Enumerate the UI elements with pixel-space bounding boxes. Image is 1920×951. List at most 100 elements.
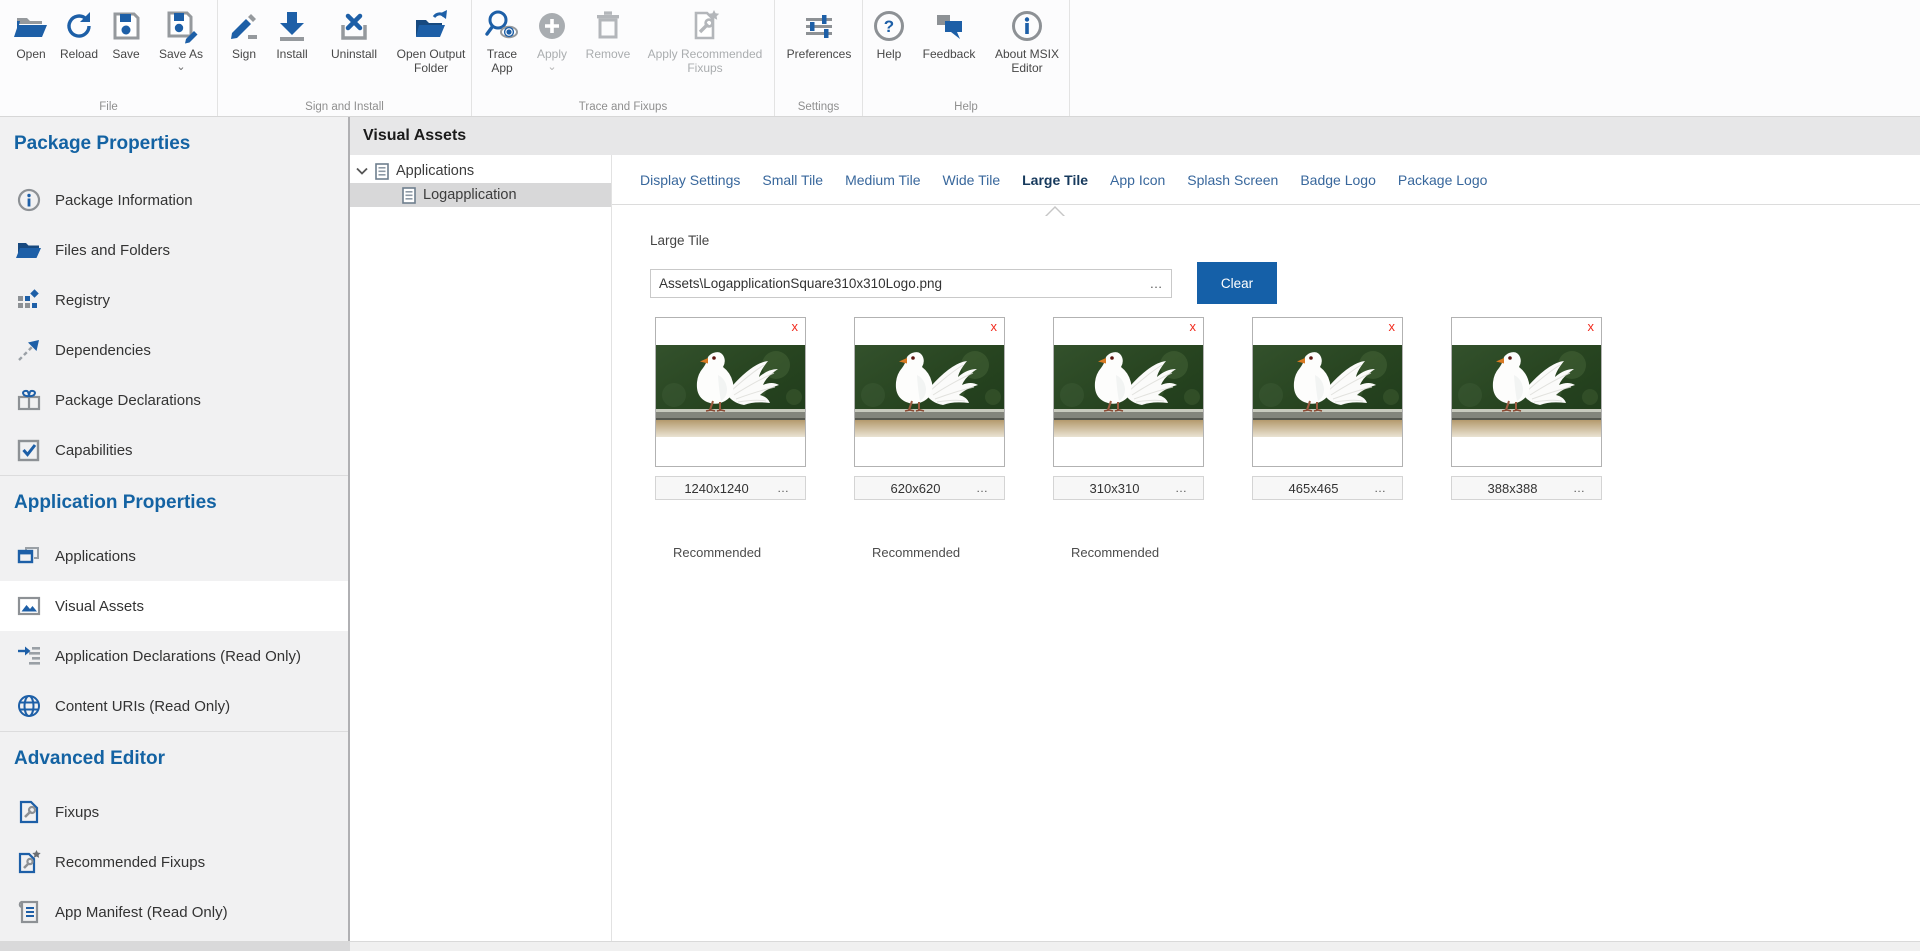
open-button[interactable]: Open [8,8,54,62]
tile-card: x [854,317,1005,467]
tree-item-applications[interactable]: Applications [350,159,611,183]
ribbon-group-file: Open Reload Save Save As ⌄ File [0,0,218,116]
tile-more-button[interactable]: … [777,481,805,495]
tile-size-box: 620x620 … [854,476,1005,500]
reload-icon [61,8,97,44]
large-tile-path-input[interactable] [651,276,1141,291]
tile-size-label: 388x388 [1452,481,1573,496]
sidebar-item-files-and-folders[interactable]: Files and Folders [0,225,348,275]
tab-small-tile[interactable]: Small Tile [762,172,823,188]
tab-wide-tile[interactable]: Wide Tile [943,172,1001,188]
trace-app-button[interactable]: Trace App [476,8,528,75]
sidebar-navigation: Package Properties Package Information F… [0,117,350,941]
button-label: Save [112,48,139,62]
tile-size-label: 465x465 [1253,481,1374,496]
apply-recommended-fixups-button[interactable]: Apply Recommended Fixups [640,8,770,75]
sidebar-item-label: Capabilities [55,442,133,459]
apply-button[interactable]: Apply ⌄ [528,8,576,72]
sidebar-item-application-declarations[interactable]: Application Declarations (Read Only) [0,631,348,681]
sidebar-item-dependencies[interactable]: Dependencies [0,325,348,375]
sidebar-item-app-manifest[interactable]: App Manifest (Read Only) [0,887,348,937]
tree-item-label: Applications [396,163,474,179]
sidebar-item-registry[interactable]: Registry [0,275,348,325]
button-label: Help [877,48,902,62]
tile-more-button[interactable]: … [976,481,1004,495]
sidebar-item-label: Package Information [55,192,193,209]
visual-assets-panel: Display Settings Small Tile Medium Tile … [612,155,1920,941]
sidebar-scrollbar-segment[interactable] [0,942,350,951]
diagonal-arrow-icon [16,337,42,363]
remove-tile-button[interactable]: x [1588,320,1595,334]
open-output-folder-button[interactable]: Open Output Folder [390,8,472,75]
ribbon-group-trace-fixups: Trace App Apply ⌄ Remove Apply Recommend… [472,0,775,116]
tab-badge-logo[interactable]: Badge Logo [1300,172,1376,188]
uninstall-button[interactable]: Uninstall [318,8,390,62]
tile-column: x 1240x1240 … Recommended [655,317,806,560]
document-icon [402,187,416,204]
open-output-folder-icon [413,8,449,44]
picture-icon [16,593,42,619]
sidebar-item-recommended-fixups[interactable]: Recommended Fixups [0,837,348,887]
tile-card: x [1451,317,1602,467]
button-label: Feedback [923,48,976,62]
document-wrench-star-icon [687,8,723,44]
ribbon-group-label: Trace and Fixups [472,101,774,113]
question-circle-icon: ? [871,8,907,44]
save-as-button[interactable]: Save As ⌄ [148,8,214,72]
reload-button[interactable]: Reload [54,8,104,62]
tab-app-icon[interactable]: App Icon [1110,172,1165,188]
tab-large-tile[interactable]: Large Tile [1022,172,1088,188]
help-button[interactable]: ? Help [865,8,913,62]
remove-tile-button[interactable]: x [1389,320,1396,334]
path-input-container: … [650,269,1172,298]
tab-display-settings[interactable]: Display Settings [640,172,740,188]
sidebar-item-label: Registry [55,292,110,309]
horizontal-scrollbar-track[interactable] [0,941,1920,951]
save-button[interactable]: Save [104,8,148,62]
uninstall-icon [336,8,372,44]
remove-tile-button[interactable]: x [792,320,799,334]
tile-column: x 465x465 … [1252,317,1403,560]
clear-button[interactable]: Clear [1197,262,1277,304]
applications-tree-panel: Applications Logapplication [350,155,612,941]
sidebar-item-visual-assets[interactable]: Visual Assets [0,581,348,631]
sign-button[interactable]: Sign [222,8,266,62]
chevron-down-icon[interactable]: ⌄ [176,63,185,72]
sidebar-item-content-uris[interactable]: Content URIs (Read Only) [0,681,348,731]
tile-more-button[interactable]: … [1573,481,1601,495]
preferences-button[interactable]: Preferences [777,8,861,62]
tile-more-button[interactable]: … [1374,481,1402,495]
sidebar-item-package-declarations[interactable]: Package Declarations [0,375,348,425]
chevron-down-icon[interactable] [356,167,372,175]
sidebar-item-package-information[interactable]: Package Information [0,175,348,225]
ribbon-group-help: ? Help Feedback About MSIX Editor Help [863,0,1070,116]
remove-tile-button[interactable]: x [1190,320,1197,334]
sidebar-item-capabilities[interactable]: Capabilities [0,425,348,475]
remove-button[interactable]: Remove [576,8,640,62]
about-msix-editor-button[interactable]: About MSIX Editor [985,8,1069,75]
sliders-icon [801,8,837,44]
button-label: Preferences [787,48,852,62]
sidebar-item-applications[interactable]: Applications [0,531,348,581]
remove-tile-button[interactable]: x [991,320,998,334]
ribbon-group-settings: Preferences Settings [775,0,863,116]
tile-more-button[interactable]: … [1175,481,1203,495]
install-button[interactable]: Install [266,8,318,62]
sidebar-item-label: Application Declarations (Read Only) [55,648,301,665]
arrow-list-icon [16,643,42,669]
tab-medium-tile[interactable]: Medium Tile [845,172,920,188]
sidebar-item-fixups[interactable]: Fixups [0,787,348,837]
chevron-down-icon[interactable]: ⌄ [547,63,556,72]
feedback-button[interactable]: Feedback [913,8,985,62]
manifest-scroll-icon [16,899,42,925]
registry-blocks-icon [16,287,42,313]
tab-package-logo[interactable]: Package Logo [1398,172,1488,188]
sidebar-item-label: Dependencies [55,342,151,359]
button-label: Sign [232,48,256,62]
info-circle-icon [16,187,42,213]
tree-item-logapplication[interactable]: Logapplication [350,183,611,207]
ribbon-group-label: Sign and Install [218,101,471,113]
page-title-bar: Visual Assets [350,117,1920,155]
tab-splash-screen[interactable]: Splash Screen [1187,172,1278,188]
browse-button[interactable]: … [1141,276,1171,291]
